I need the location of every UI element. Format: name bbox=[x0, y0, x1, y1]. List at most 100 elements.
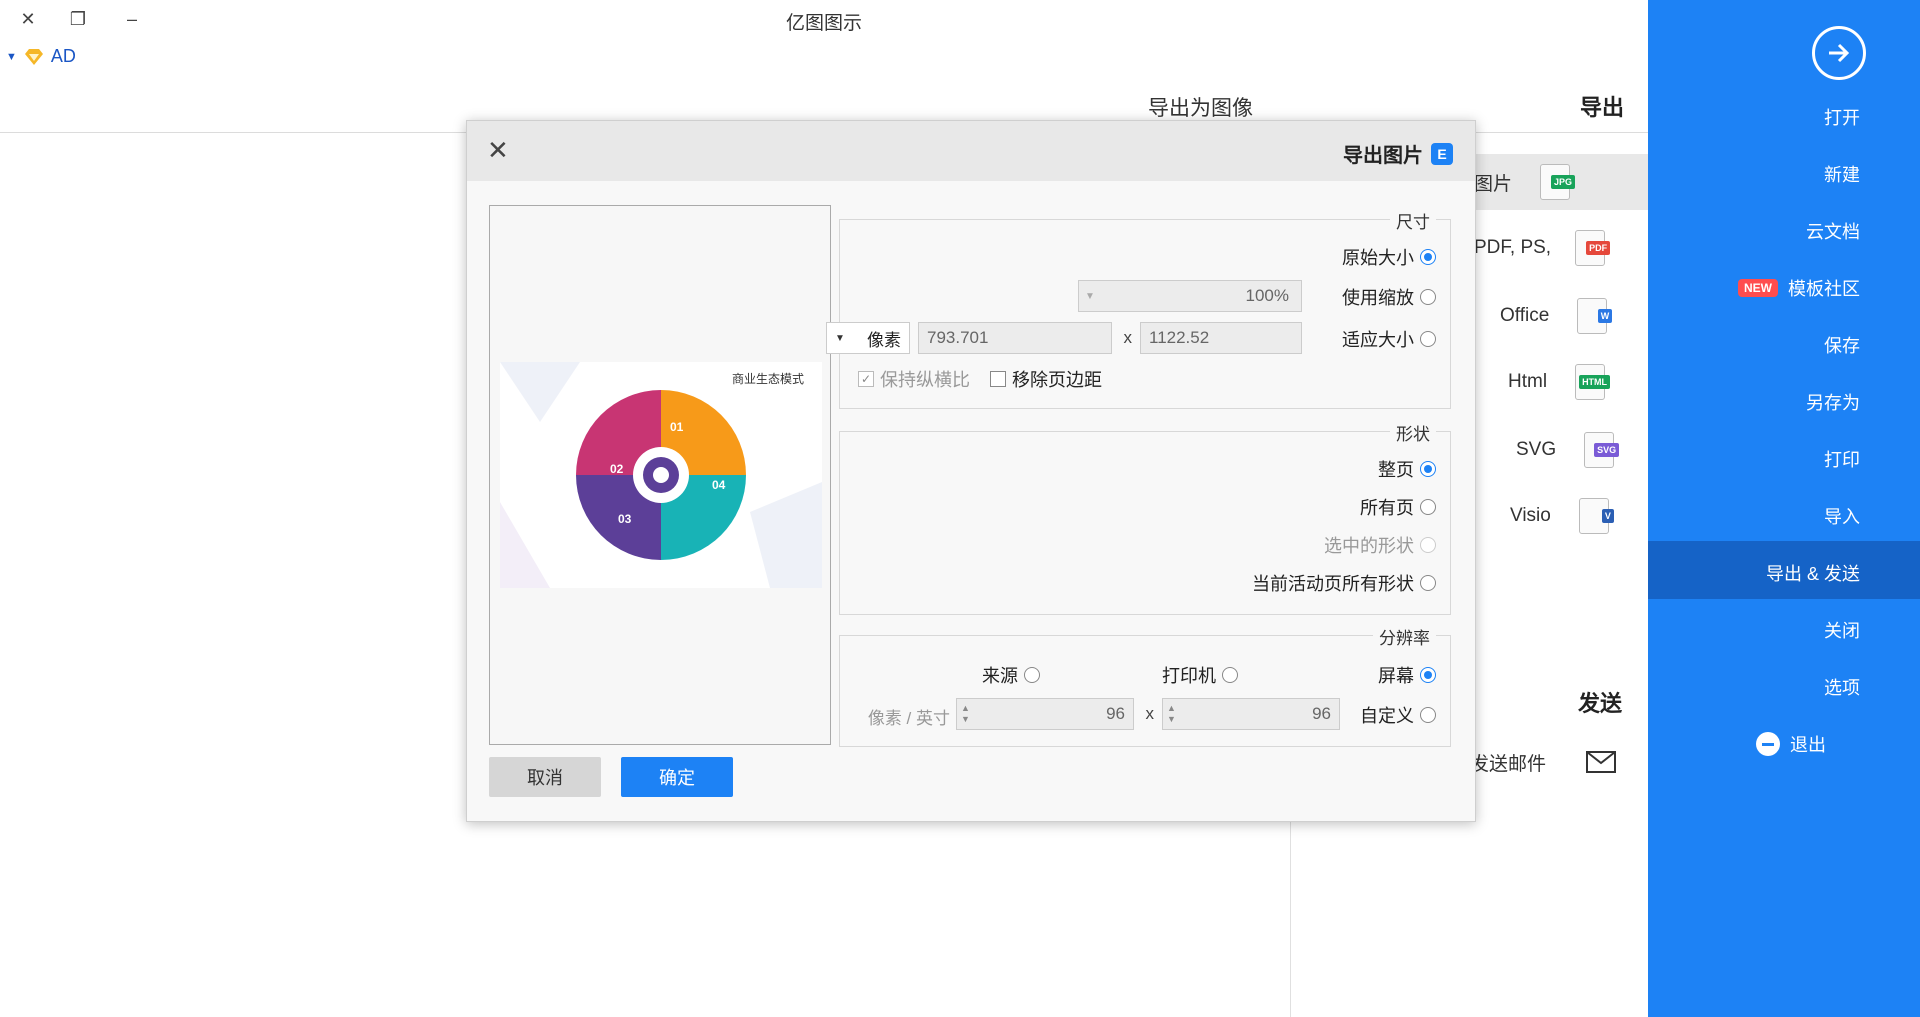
radio-use-zoom[interactable] bbox=[1420, 289, 1436, 305]
radio-all-pages[interactable] bbox=[1420, 499, 1436, 515]
export-image-dialog: ✕ 导出图片 E 商业生态模式 01 02 03 04 尺寸 原始大小 使用缩放… bbox=[466, 120, 1476, 822]
sidebar-item-label: 关闭 bbox=[1824, 621, 1860, 641]
export-item-visio[interactable]: Visio V bbox=[1510, 488, 1648, 544]
app-title: 亿图图示 bbox=[785, 13, 862, 34]
svg-file-icon: SVG bbox=[1584, 432, 1620, 468]
selected-shapes-option[interactable]: 选中的形状 bbox=[1324, 532, 1436, 558]
option-label: 原始大小 bbox=[1342, 248, 1414, 268]
pdf-file-icon: PDF bbox=[1575, 230, 1611, 266]
sidebar-item-import[interactable]: 导入 bbox=[1824, 503, 1860, 529]
source-option[interactable]: 来源 bbox=[982, 662, 1040, 688]
all-pages-option[interactable]: 所有页 bbox=[1360, 494, 1436, 520]
exit-icon bbox=[1756, 732, 1780, 756]
radio-original-size[interactable] bbox=[1420, 249, 1436, 265]
sidebar-item-template-community[interactable]: NEW 模板社区 bbox=[1738, 275, 1860, 301]
sidebar-item-exit[interactable]: 退出 bbox=[1756, 731, 1826, 757]
resolution-group-title: 分辨率 bbox=[1373, 624, 1436, 649]
option-label: 所有页 bbox=[1360, 498, 1414, 518]
sidebar-item-new[interactable]: 新建 bbox=[1824, 161, 1860, 187]
height-value: 793.701 bbox=[927, 328, 989, 347]
original-size-option[interactable]: 原始大小 bbox=[1342, 244, 1436, 270]
new-badge: NEW bbox=[1738, 279, 1778, 297]
radio-whole-page[interactable] bbox=[1420, 461, 1436, 477]
sidebar-item-label: 导入 bbox=[1824, 507, 1860, 527]
zoom-select[interactable]: ▼ 100% bbox=[1078, 280, 1302, 312]
radio-printer[interactable] bbox=[1222, 667, 1238, 683]
unit-value: 像素 bbox=[867, 330, 901, 350]
sidebar-item-options[interactable]: 选项 bbox=[1824, 674, 1860, 700]
height-input[interactable]: 793.701 bbox=[918, 322, 1112, 354]
close-icon[interactable]: ✕ bbox=[487, 135, 509, 166]
export-item-label: Office bbox=[1500, 305, 1550, 326]
preview-title: 商业生态模式 bbox=[731, 372, 804, 386]
resolution-group: 分辨率 屏幕 打印机 来源 自定义 ▲ ▼ 96 x ▲ ▼ 96 像素 / 英寸 bbox=[839, 624, 1451, 747]
whole-page-option[interactable]: 整页 bbox=[1378, 456, 1436, 482]
unit-select[interactable]: ▼ 像素 bbox=[826, 322, 910, 354]
sidebar-item-save[interactable]: 保存 bbox=[1824, 332, 1860, 358]
remove-margin-option[interactable]: 移除页边距 bbox=[990, 366, 1102, 392]
dialog-header: ✕ 导出图片 E bbox=[467, 121, 1475, 181]
radio-custom[interactable] bbox=[1420, 707, 1436, 723]
keep-ratio-checkbox[interactable]: ✓ bbox=[858, 371, 874, 387]
sidebar-item-export-send[interactable]: 导出 & 发送 bbox=[1766, 560, 1860, 586]
export-item-label: Html bbox=[1508, 371, 1548, 392]
export-preview: 商业生态模式 01 02 03 04 bbox=[489, 205, 831, 745]
custom-option[interactable]: 自定义 bbox=[1360, 702, 1436, 728]
radio-current-page-shapes[interactable] bbox=[1420, 575, 1436, 591]
sidebar-item-label: 导出 & 发送 bbox=[1765, 564, 1860, 584]
radio-fit-size[interactable] bbox=[1420, 331, 1436, 347]
option-label: 打印机 bbox=[1162, 666, 1216, 686]
stepper-arrows-icon[interactable]: ▲ ▼ bbox=[1167, 703, 1176, 725]
dpi-x-input[interactable]: ▲ ▼ 96 bbox=[1162, 698, 1340, 730]
sidebar-item-print[interactable]: 打印 bbox=[1824, 446, 1860, 472]
sidebar-item-save-as[interactable]: 另存为 bbox=[1806, 389, 1860, 415]
screen-option[interactable]: 屏幕 bbox=[1378, 662, 1436, 688]
radio-source[interactable] bbox=[1024, 667, 1040, 683]
export-item-html[interactable]: Html HTML bbox=[1508, 354, 1648, 410]
option-label: 当前活动页所有形状 bbox=[1252, 574, 1414, 594]
export-item-label: Visio bbox=[1510, 505, 1551, 526]
cancel-button[interactable]: 取消 bbox=[489, 757, 601, 797]
preview-label-03: 03 bbox=[618, 512, 632, 526]
keep-ratio-option[interactable]: ✓ 保持纵横比 bbox=[858, 366, 970, 392]
export-item-image[interactable]: 图片 JPG bbox=[1474, 154, 1648, 210]
app-logo-icon: E bbox=[1431, 142, 1453, 165]
sidebar-item-cloud-docs[interactable]: 云文档 bbox=[1806, 218, 1860, 244]
remove-margin-checkbox[interactable] bbox=[990, 371, 1006, 387]
user-menu[interactable]: ▼ AD bbox=[6, 46, 76, 67]
sidebar-item-label: 退出 bbox=[1790, 735, 1826, 755]
radio-screen[interactable] bbox=[1420, 667, 1436, 683]
option-label: 保持纵横比 bbox=[880, 370, 970, 390]
fit-size-option[interactable]: 适应大小 bbox=[1342, 326, 1436, 352]
radio-selected-shapes[interactable] bbox=[1420, 537, 1436, 553]
back-arrow-icon[interactable] bbox=[1812, 26, 1866, 80]
stepper-arrows-icon[interactable]: ▲ ▼ bbox=[961, 703, 970, 725]
email-icon bbox=[1586, 751, 1617, 773]
dpi-y-value: 96 bbox=[1106, 704, 1125, 723]
ok-button[interactable]: 确定 bbox=[621, 757, 733, 797]
dpi-x-separator: x bbox=[1145, 704, 1155, 723]
current-page-shapes-option[interactable]: 当前活动页所有形状 bbox=[1252, 570, 1436, 596]
sidebar-item-close[interactable]: 关闭 bbox=[1824, 617, 1860, 643]
option-label: 移除页边距 bbox=[1012, 370, 1102, 390]
chevron-down-icon: ▼ bbox=[6, 50, 17, 63]
shape-group: 形状 整页 所有页 选中的形状 当前活动页所有形状 bbox=[839, 420, 1451, 615]
option-label: 整页 bbox=[1378, 460, 1414, 480]
dpi-y-input[interactable]: ▲ ▼ 96 bbox=[956, 698, 1134, 730]
export-item-office[interactable]: Office W bbox=[1500, 288, 1648, 344]
dialog-title: 导出图片 E bbox=[1343, 139, 1453, 168]
export-item-pdf[interactable]: PDF, PS, PDF bbox=[1474, 220, 1648, 276]
send-email-item[interactable]: 发送邮件 bbox=[1470, 734, 1648, 790]
vip-diamond-icon bbox=[24, 48, 43, 65]
export-item-svg[interactable]: SVG SVG bbox=[1516, 422, 1648, 478]
sidebar-item-label: 选项 bbox=[1824, 678, 1860, 698]
use-zoom-option[interactable]: 使用缩放 bbox=[1342, 284, 1436, 310]
option-label: 适应大小 bbox=[1342, 330, 1414, 350]
sidebar-item-open[interactable]: 打开 bbox=[1824, 104, 1860, 130]
sidebar-item-label: 云文档 bbox=[1806, 222, 1860, 242]
printer-option[interactable]: 打印机 bbox=[1162, 662, 1238, 688]
width-input[interactable]: 1122.52 bbox=[1140, 322, 1302, 354]
user-name: AD bbox=[50, 46, 76, 66]
option-label: 使用缩放 bbox=[1342, 288, 1414, 308]
backstage-sidebar bbox=[1648, 0, 1920, 1017]
